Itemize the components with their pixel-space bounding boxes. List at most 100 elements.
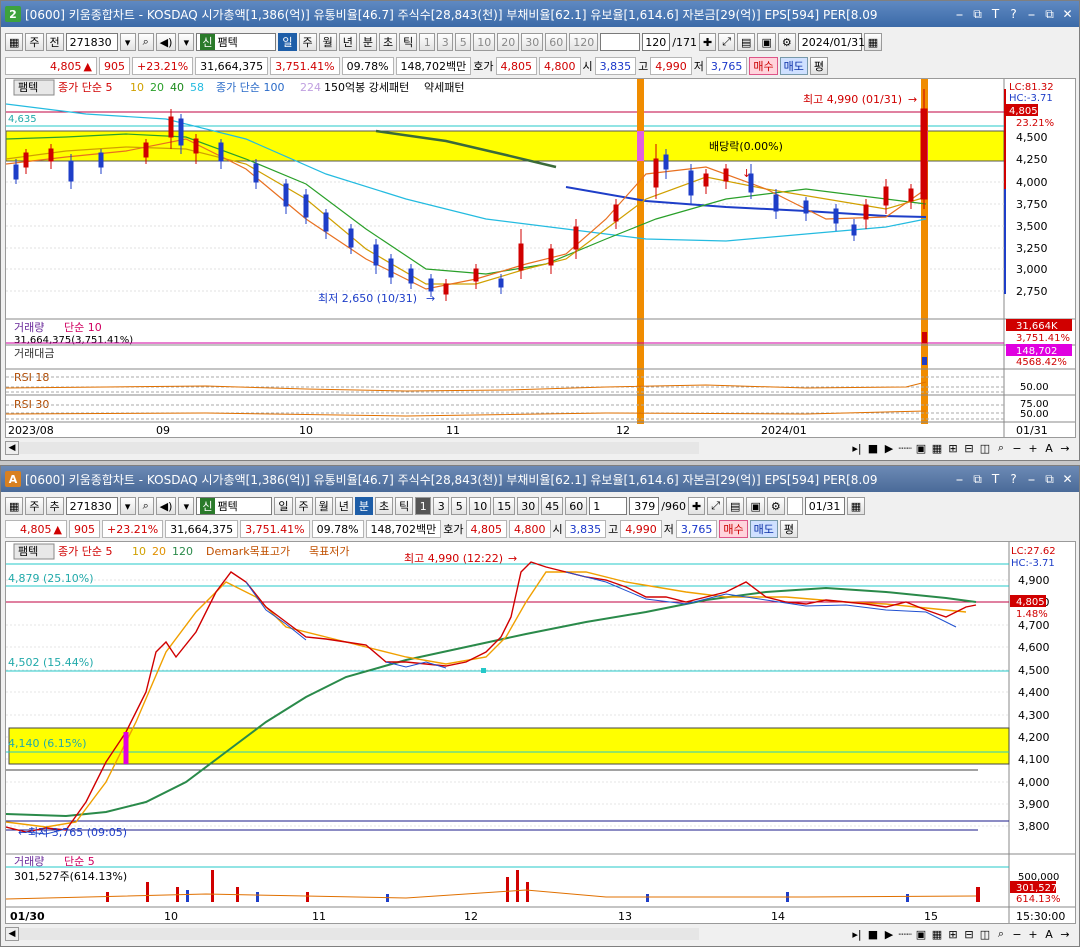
- checkbox[interactable]: [786, 497, 803, 515]
- period-month[interactable]: 월: [318, 33, 337, 51]
- search-icon[interactable]: ⌕: [994, 441, 1008, 455]
- scroll-track[interactable]: [19, 928, 699, 940]
- zoom-in-icon[interactable]: +: [1026, 442, 1040, 455]
- chart-type-icon[interactable]: ▤: [726, 497, 745, 515]
- unit-5[interactable]: 5: [455, 33, 472, 51]
- date-input[interactable]: 01/31: [804, 497, 845, 515]
- search-icon[interactable]: ⌕: [994, 927, 1008, 941]
- crosshair-icon[interactable]: ✚: [688, 497, 706, 515]
- unit-3[interactable]: 3: [433, 497, 450, 515]
- minute-chart[interactable]: 4,879 (25.10%) 4,502 (15.44%) 4,140 (6.1…: [5, 541, 1076, 924]
- close-icon[interactable]: ✕: [1060, 472, 1075, 487]
- play-icon[interactable]: ▶: [882, 928, 896, 941]
- period-week[interactable]: 주: [294, 497, 313, 515]
- gear-icon[interactable]: ⚙: [777, 33, 796, 51]
- balance-button[interactable]: 평: [779, 520, 799, 538]
- minimize-window-icon[interactable]: ⎯: [1024, 7, 1039, 22]
- calendar-icon[interactable]: ▦: [846, 497, 866, 515]
- zoom-slider-icon[interactable]: ┈┈: [898, 442, 912, 455]
- zoom-out-icon[interactable]: −: [1010, 442, 1024, 455]
- draw-icon[interactable]: ⤢: [707, 497, 725, 515]
- unit-10[interactable]: 10: [469, 497, 492, 515]
- unit-1[interactable]: 1: [415, 497, 432, 515]
- period-day[interactable]: 일: [274, 497, 293, 515]
- layout4-icon[interactable]: ⊟: [962, 442, 976, 455]
- period-minute[interactable]: 분: [354, 497, 374, 515]
- dropdown-icon[interactable]: ▾: [119, 33, 136, 51]
- restore-icon[interactable]: ⧉: [970, 7, 985, 22]
- count-input[interactable]: 120: [642, 33, 671, 51]
- period-tick[interactable]: 틱: [399, 33, 418, 51]
- balance-button[interactable]: 평: [809, 57, 829, 75]
- minimize-window-icon[interactable]: ⎯: [1024, 472, 1039, 487]
- period-minute[interactable]: 분: [358, 33, 378, 51]
- chart-type-icon[interactable]: ▤: [737, 33, 756, 51]
- legend-ma[interactable]: 종가 단순 5: [58, 81, 112, 94]
- list-icon[interactable]: ▾: [178, 33, 195, 51]
- list-icon[interactable]: ▾: [178, 497, 195, 515]
- unit-45[interactable]: 45: [541, 497, 564, 515]
- text-icon[interactable]: T: [988, 472, 1003, 487]
- unit-5[interactable]: 5: [451, 497, 468, 515]
- maximize-window-icon[interactable]: ⧉: [1042, 7, 1057, 22]
- title-bar[interactable]: A [0600] 키움종합차트 - KOSDAQ 시가총액[1,386(억)] …: [1, 466, 1079, 492]
- crosshair-icon[interactable]: ✚: [699, 33, 717, 51]
- search-icon[interactable]: ⌕: [137, 33, 154, 51]
- unit-10[interactable]: 10: [473, 33, 496, 51]
- title-bar[interactable]: 2 [0600] 키움종합차트 - KOSDAQ 시가총액[1,386(억)] …: [1, 1, 1079, 27]
- unit-15[interactable]: 15: [493, 497, 516, 515]
- legend-demark[interactable]: Demark목표고가: [206, 545, 290, 558]
- grid-icon[interactable]: ▦: [5, 497, 24, 515]
- maximize-window-icon[interactable]: ⧉: [1042, 472, 1057, 487]
- scroll-left-icon[interactable]: ◀: [5, 927, 19, 941]
- period-day[interactable]: 일: [278, 33, 297, 51]
- zoom-slider-icon[interactable]: ┈┈: [898, 928, 912, 941]
- layout-icon[interactable]: ▣: [914, 442, 928, 455]
- prev-button[interactable]: 전: [45, 33, 64, 51]
- legend-pattern[interactable]: 150억봉 강세패턴: [324, 81, 409, 94]
- unit-30[interactable]: 30: [521, 33, 544, 51]
- layout3-icon[interactable]: ⊞: [946, 442, 960, 455]
- amount-label[interactable]: 거래대금: [14, 347, 54, 360]
- dropdown-icon[interactable]: ▾: [119, 497, 136, 515]
- minute-scrollbar[interactable]: ◀ ▸| ■ ▶ ┈┈ ▣ ▦ ⊞ ⊟ ◫ ⌕ − + A →: [5, 927, 1076, 941]
- play-back-icon[interactable]: ▸|: [850, 928, 864, 941]
- sell-button[interactable]: 매도: [779, 57, 808, 75]
- stock-name-field[interactable]: 신 팸텍: [196, 33, 277, 51]
- scroll-track[interactable]: [19, 442, 699, 454]
- period-second[interactable]: 초: [375, 497, 394, 515]
- sound-icon[interactable]: ◀): [155, 497, 177, 515]
- period-year[interactable]: 년: [338, 33, 357, 51]
- unit-input[interactable]: 1: [589, 497, 628, 515]
- save-icon[interactable]: ▣: [746, 497, 765, 515]
- unit-120[interactable]: 120: [569, 33, 599, 51]
- minimize-icon[interactable]: ⎯: [952, 472, 967, 487]
- add-button[interactable]: 추: [45, 497, 64, 515]
- zoom-out-icon[interactable]: −: [1010, 928, 1024, 941]
- stop-icon[interactable]: ■: [866, 928, 880, 941]
- period-week[interactable]: 주: [298, 33, 317, 51]
- legend-name[interactable]: 팸텍: [18, 545, 38, 558]
- help-icon[interactable]: ?: [1006, 472, 1021, 487]
- view-icon[interactable]: ◫: [978, 442, 992, 455]
- play-icon[interactable]: ▶: [882, 442, 896, 455]
- market-select[interactable]: 주: [25, 33, 44, 51]
- date-input[interactable]: 2024/01/31: [797, 33, 865, 51]
- stock-code-input[interactable]: 271830: [65, 33, 118, 51]
- market-select[interactable]: 주: [25, 497, 44, 515]
- stock-code-input[interactable]: 271830: [65, 497, 118, 515]
- draw-icon[interactable]: ⤢: [718, 33, 736, 51]
- search-icon[interactable]: ⌕: [137, 497, 154, 515]
- buy-button[interactable]: 매수: [719, 520, 748, 538]
- vol-label[interactable]: 거래량: [14, 855, 44, 868]
- legend-pattern2[interactable]: 약세패턴: [424, 80, 464, 94]
- period-year[interactable]: 년: [334, 497, 353, 515]
- restore-icon[interactable]: ⧉: [970, 472, 985, 487]
- help-icon[interactable]: ?: [1006, 7, 1021, 22]
- period-second[interactable]: 초: [379, 33, 398, 51]
- vol-label[interactable]: 거래량: [14, 321, 44, 334]
- sell-button[interactable]: 매도: [749, 520, 778, 538]
- legend-ma[interactable]: 종가 단순 5: [58, 545, 112, 558]
- layout2-icon[interactable]: ▦: [930, 442, 944, 455]
- text-icon[interactable]: T: [988, 7, 1003, 22]
